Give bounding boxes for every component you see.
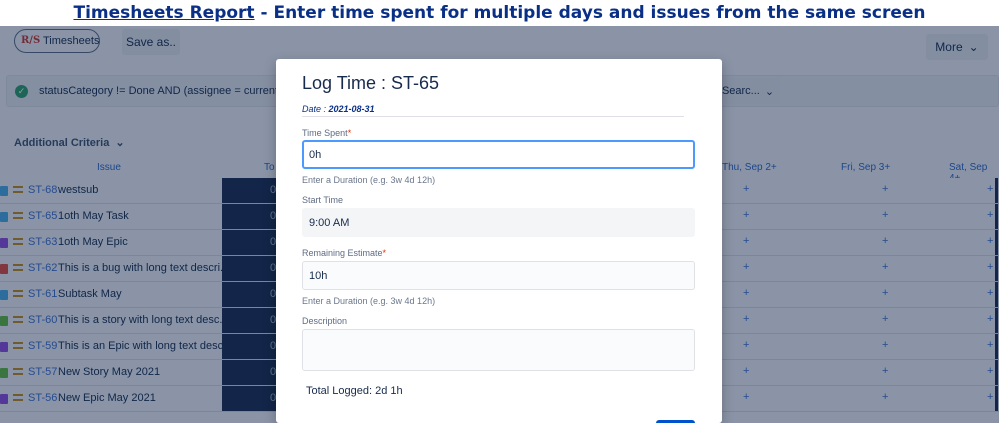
- page-banner: Timesheets Report - Enter time spent for…: [0, 0, 999, 26]
- divider: [302, 116, 684, 117]
- total-logged: Total Logged: 2d 1h: [306, 385, 403, 397]
- description-label: Description: [302, 316, 348, 326]
- date-label: Date :: [302, 104, 329, 114]
- date-value: 2021-08-31: [328, 104, 375, 114]
- banner-title-link[interactable]: Timesheets Report: [73, 3, 254, 23]
- description-textarea[interactable]: [302, 329, 695, 371]
- start-time-label: Start Time: [302, 195, 344, 205]
- dialog-date: Date : 2021-08-31: [302, 104, 375, 114]
- time-spent-label-text: Time Spent: [302, 128, 348, 138]
- start-time-input[interactable]: [302, 208, 695, 237]
- time-spent-input[interactable]: [302, 140, 695, 169]
- dialog-title: Log Time : ST-65: [302, 73, 440, 93]
- remaining-estimate-label: Remaining Estimate*: [302, 248, 386, 258]
- remaining-estimate-hint: Enter a Duration (e.g. 3w 4d 12h): [302, 296, 436, 306]
- time-spent-label: Time Spent*: [302, 128, 351, 138]
- banner-subtitle: - Enter time spent for multiple days and…: [254, 3, 926, 23]
- log-time-dialog: Log Time : ST-65 Date : 2021-08-31 Time …: [276, 59, 722, 423]
- required-marker: *: [347, 128, 352, 138]
- required-marker: *: [382, 248, 387, 258]
- remaining-estimate-label-text: Remaining Estimate: [302, 248, 383, 258]
- screenshot-root: Timesheets Report - Enter time spent for…: [0, 0, 999, 423]
- time-spent-hint: Enter a Duration (e.g. 3w 4d 12h): [302, 175, 436, 185]
- remaining-estimate-input[interactable]: [302, 261, 695, 290]
